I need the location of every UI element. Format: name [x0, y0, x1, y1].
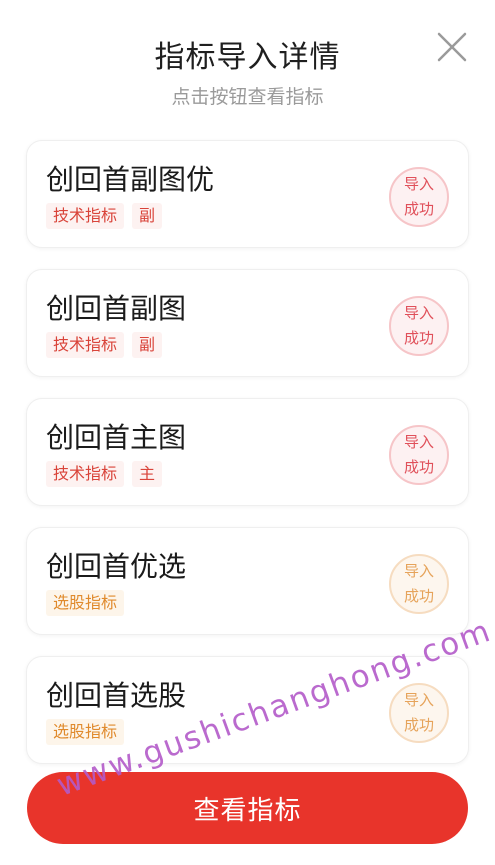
stamp-line2: 成功 — [403, 200, 434, 218]
view-indicators-button[interactable]: 查看指标 — [27, 772, 468, 844]
indicator-card[interactable]: 创回首副图优 技术指标 副 导入 成功 — [26, 140, 469, 248]
indicator-tags: 选股指标 — [46, 590, 125, 616]
indicator-type-tag: 技术指标 — [46, 332, 125, 358]
indicator-name: 创回首选股 — [46, 679, 187, 712]
indicator-type-tag: 选股指标 — [46, 590, 125, 616]
indicator-name: 创回首优选 — [46, 550, 187, 583]
stamp-line1: 导入 — [403, 691, 434, 709]
indicator-type-tag: 技术指标 — [46, 461, 125, 487]
indicator-card[interactable]: 创回首优选 选股指标 导入 成功 — [26, 527, 469, 635]
page-title: 指标导入详情 — [154, 40, 341, 75]
stamp-line2: 成功 — [403, 716, 434, 734]
indicator-tags: 选股指标 — [46, 719, 125, 745]
indicator-chart-tag: 副 — [132, 203, 163, 229]
stamp-line1: 导入 — [403, 304, 434, 322]
indicator-card[interactable]: 创回首主图 技术指标 主 导入 成功 — [26, 398, 469, 506]
indicator-name: 创回首副图优 — [46, 163, 215, 196]
indicator-chart-tag: 主 — [132, 461, 163, 487]
import-success-stamp: 导入 成功 — [389, 554, 449, 614]
stamp-line2: 成功 — [403, 329, 434, 347]
indicator-type-tag: 选股指标 — [46, 719, 125, 745]
close-icon — [437, 32, 467, 62]
indicator-tags: 技术指标 副 — [46, 332, 163, 358]
stamp-line2: 成功 — [403, 587, 434, 605]
indicator-chart-tag: 副 — [132, 332, 163, 358]
indicator-tags: 技术指标 主 — [46, 461, 163, 487]
import-success-stamp: 导入 成功 — [389, 167, 449, 227]
indicator-card[interactable]: 创回首副图 技术指标 副 导入 成功 — [26, 269, 469, 377]
close-button[interactable] — [435, 30, 469, 64]
indicator-name: 创回首副图 — [46, 292, 187, 325]
import-success-stamp: 导入 成功 — [389, 296, 449, 356]
import-success-stamp: 导入 成功 — [389, 683, 449, 743]
stamp-line1: 导入 — [403, 175, 434, 193]
stamp-line1: 导入 — [403, 562, 434, 580]
stamp-line2: 成功 — [403, 458, 434, 476]
indicator-name: 创回首主图 — [46, 421, 187, 454]
import-success-stamp: 导入 成功 — [389, 425, 449, 485]
stamp-line1: 导入 — [403, 433, 434, 451]
indicator-list: 创回首副图优 技术指标 副 导入 成功 创回首副图 技术指标 副 导入 成功 创… — [26, 140, 469, 785]
page-subtitle: 点击按钮查看指标 — [171, 86, 324, 108]
import-details-sheet: 指标导入详情 点击按钮查看指标 创回首副图优 技术指标 副 导入 成功 创回首副… — [0, 0, 495, 865]
indicator-type-tag: 技术指标 — [46, 203, 125, 229]
indicator-tags: 技术指标 副 — [46, 203, 163, 229]
indicator-card[interactable]: 创回首选股 选股指标 导入 成功 — [26, 656, 469, 764]
sheet-header: 指标导入详情 点击按钮查看指标 — [0, 0, 495, 118]
